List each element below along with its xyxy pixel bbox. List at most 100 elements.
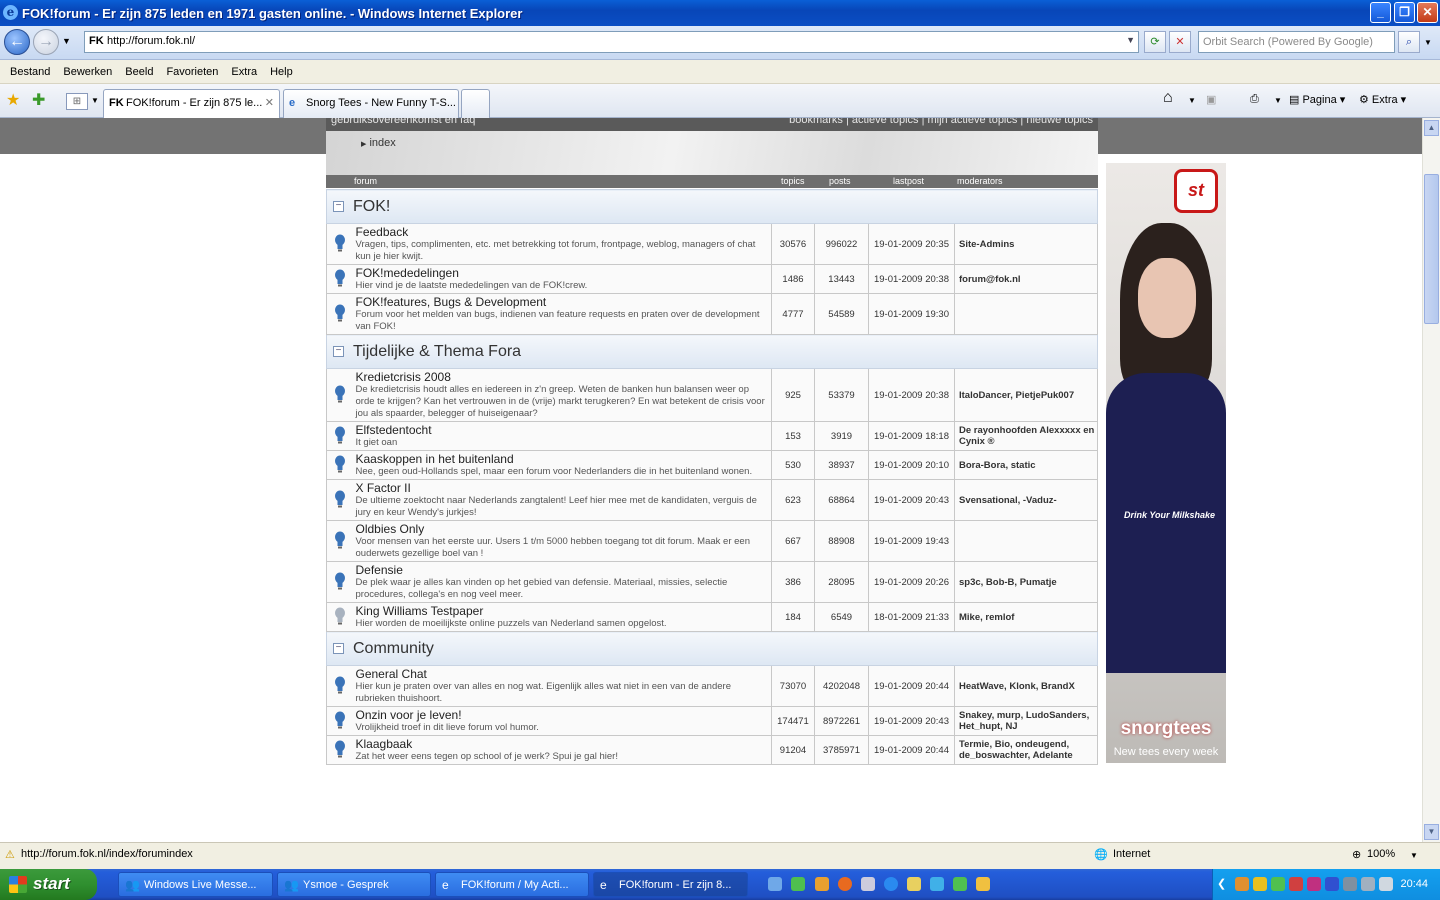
moderators[interactable]: Mike, remlof [954,602,1098,632]
forum-row[interactable]: King Williams Testpaper Hier worden de mo… [326,602,1098,632]
snorgtees-advertisement[interactable]: st Drink Your Milkshake snorgtees New te… [1106,163,1226,763]
restore-button[interactable]: ❐ [1394,2,1415,23]
zoom-dropdown-icon[interactable]: ▼ [1410,851,1418,860]
quicklaunch-ie-icon[interactable] [884,877,898,891]
zoom-icon[interactable]: ⊕ [1352,848,1361,861]
forum-link[interactable]: FOK!mededelingen [356,266,770,280]
close-button[interactable]: ✕ [1417,2,1438,23]
forum-row[interactable]: Onzin voor je leven! Vrolijkheid troef in… [326,706,1098,736]
quicklaunch-messenger-icon[interactable] [791,877,805,891]
last-post[interactable]: 19-01-2009 20:26 [868,561,955,603]
moderators[interactable]: Bora-Bora, static [954,450,1098,480]
tray-shield-icon[interactable] [1253,877,1267,891]
forum-row[interactable]: Elfstedentocht It giet oan 153 3919 19-01-20… [326,421,1098,451]
search-input[interactable]: Orbit Search (Powered By Google) [1198,31,1395,53]
forward-button[interactable]: → [33,29,59,55]
menu-bestand[interactable]: Bestand [10,66,50,78]
tray-network-icon[interactable] [1343,877,1357,891]
moderators[interactable]: Site-Admins [954,223,1098,265]
forum-link[interactable]: King Williams Testpaper [356,604,770,618]
tab-fok-forum[interactable]: FK FOK!forum - Er zijn 875 le... ✕ [103,89,280,118]
forum-link[interactable]: Kredietcrisis 2008 [356,370,770,384]
tray-expand-icon[interactable]: ❮ [1217,877,1226,890]
title-bar[interactable]: e FOK!forum - Er zijn 875 leden en 1971 … [0,0,1440,26]
tab-list-dropdown-icon[interactable]: ▼ [91,96,99,105]
menu-bewerken[interactable]: Bewerken [63,66,112,78]
tools-menu[interactable]: ⚙ Extra ▾ [1359,93,1406,106]
last-post[interactable]: 19-01-2009 20:38 [868,264,955,294]
forum-link[interactable]: Defensie [356,563,770,577]
tray-app-icon[interactable] [1235,877,1249,891]
page-menu[interactable]: ▤ Pagina ▾ [1289,93,1345,106]
address-dropdown-icon[interactable]: ▼ [1126,35,1135,45]
moderators[interactable]: Termie, Bio, ondeugend, de_boswachter, A… [954,735,1098,765]
add-favorite-icon[interactable]: ✚ [32,90,45,110]
quicklaunch-desktop-icon[interactable] [768,877,782,891]
last-post[interactable]: 19-01-2009 18:18 [868,421,955,451]
menu-beeld[interactable]: Beeld [125,66,153,78]
last-post[interactable]: 19-01-2009 20:43 [868,479,955,521]
scroll-down-icon[interactable]: ▼ [1424,824,1439,840]
zoom-level[interactable]: 100% [1367,848,1395,860]
tray-wireless-icon[interactable] [1379,877,1393,891]
forum-link[interactable]: X Factor II [356,481,770,495]
faq-link[interactable]: gebruiksovereenkomst en faq [331,118,475,131]
forum-link[interactable]: Onzin voor je leven! [356,708,770,722]
search-icon[interactable]: ⌕ [1398,31,1420,53]
quicklaunch-firefox-icon[interactable] [838,877,852,891]
moderators[interactable]: sp3c, Bob-B, Pumatje [954,561,1098,603]
last-post[interactable]: 19-01-2009 20:44 [868,735,955,765]
forum-link[interactable]: Oldbies Only [356,522,770,536]
scroll-up-icon[interactable]: ▲ [1424,120,1439,136]
collapse-icon[interactable]: − [333,642,344,654]
task-ysmoe-gesprek[interactable]: 👥 Ysmoe - Gesprek [277,872,431,897]
section-header[interactable]: − Community [326,631,1098,666]
menu-extra[interactable]: Extra [231,66,257,78]
last-post[interactable]: 19-01-2009 20:35 [868,223,955,265]
moderators[interactable]: Snakey, murp, LudoSanders, Het_hupt, NJ [954,706,1098,736]
last-post[interactable]: 18-01-2009 21:33 [868,602,955,632]
last-post[interactable]: 19-01-2009 20:44 [868,665,955,707]
tab-snorg-tees[interactable]: e Snorg Tees - New Funny T-S... [283,89,459,118]
tray-bluetooth-icon[interactable] [1325,877,1339,891]
moderators[interactable]: forum@fok.nl [954,264,1098,294]
breadcrumb-index[interactable]: index [369,137,395,149]
home-dropdown-icon[interactable]: ▼ [1188,96,1196,105]
forum-row[interactable]: X Factor II De ultieme zoektocht naar Ned… [326,479,1098,521]
last-post[interactable]: 19-01-2009 20:10 [868,450,955,480]
minimize-button[interactable]: _ [1370,2,1391,23]
forum-row[interactable]: FOK!features, Bugs & Development Forum vo… [326,293,1098,335]
history-dropdown-icon[interactable]: ▼ [62,36,71,46]
quick-tabs-icon[interactable]: ⊞ [66,93,88,110]
forum-row[interactable]: General Chat Hier kun je praten over van … [326,665,1098,707]
start-button[interactable]: start [0,869,97,900]
task-windows-live-messenger[interactable]: 👥 Windows Live Messe... [118,872,273,897]
forum-row[interactable]: Oldbies Only Voor mensen van het eerste u… [326,520,1098,562]
quicklaunch-program-icon[interactable] [861,877,875,891]
new-tab-button[interactable] [461,89,490,118]
task-fok-my-active[interactable]: e FOK!forum / My Acti... [435,872,589,897]
last-post[interactable]: 19-01-2009 20:38 [868,368,955,422]
forum-row[interactable]: Kaaskoppen in het buitenland Nee, geen ou… [326,450,1098,480]
forum-row[interactable]: Klaagbaak Zat het weer eens tegen op scho… [326,735,1098,765]
quicklaunch-folder-icon[interactable] [976,877,990,891]
last-post[interactable]: 19-01-2009 19:30 [868,293,955,335]
forum-link[interactable]: Elfstedentocht [356,423,770,437]
quicklaunch-winamp-icon[interactable] [815,877,829,891]
back-button[interactable]: ← [4,29,30,55]
search-options-icon[interactable]: ▼ [1424,38,1432,47]
menu-favorieten[interactable]: Favorieten [166,66,218,78]
section-header[interactable]: − Tijdelijke & Thema Fora [326,334,1098,369]
tray-volume-icon[interactable] [1361,877,1375,891]
forum-link[interactable]: Klaagbaak [356,737,770,751]
forum-link[interactable]: Kaaskoppen in het buitenland [356,452,770,466]
quicklaunch-tool-icon[interactable] [907,877,921,891]
moderators[interactable]: HeatWave, Klonk, BrandX [954,665,1098,707]
vertical-scrollbar[interactable]: ▲ ▼ [1422,118,1440,842]
moderators[interactable] [954,293,1098,335]
stop-icon[interactable]: ✕ [1169,31,1191,53]
address-input[interactable]: FK http://forum.fok.nl/ ▼ [84,31,1139,53]
moderators[interactable]: De rayonhoofden Alexxxxx en Cynix ® [954,421,1098,451]
moderators[interactable]: ItaloDancer, PietjePuk007 [954,368,1098,422]
section-header[interactable]: − FOK! [326,189,1098,224]
